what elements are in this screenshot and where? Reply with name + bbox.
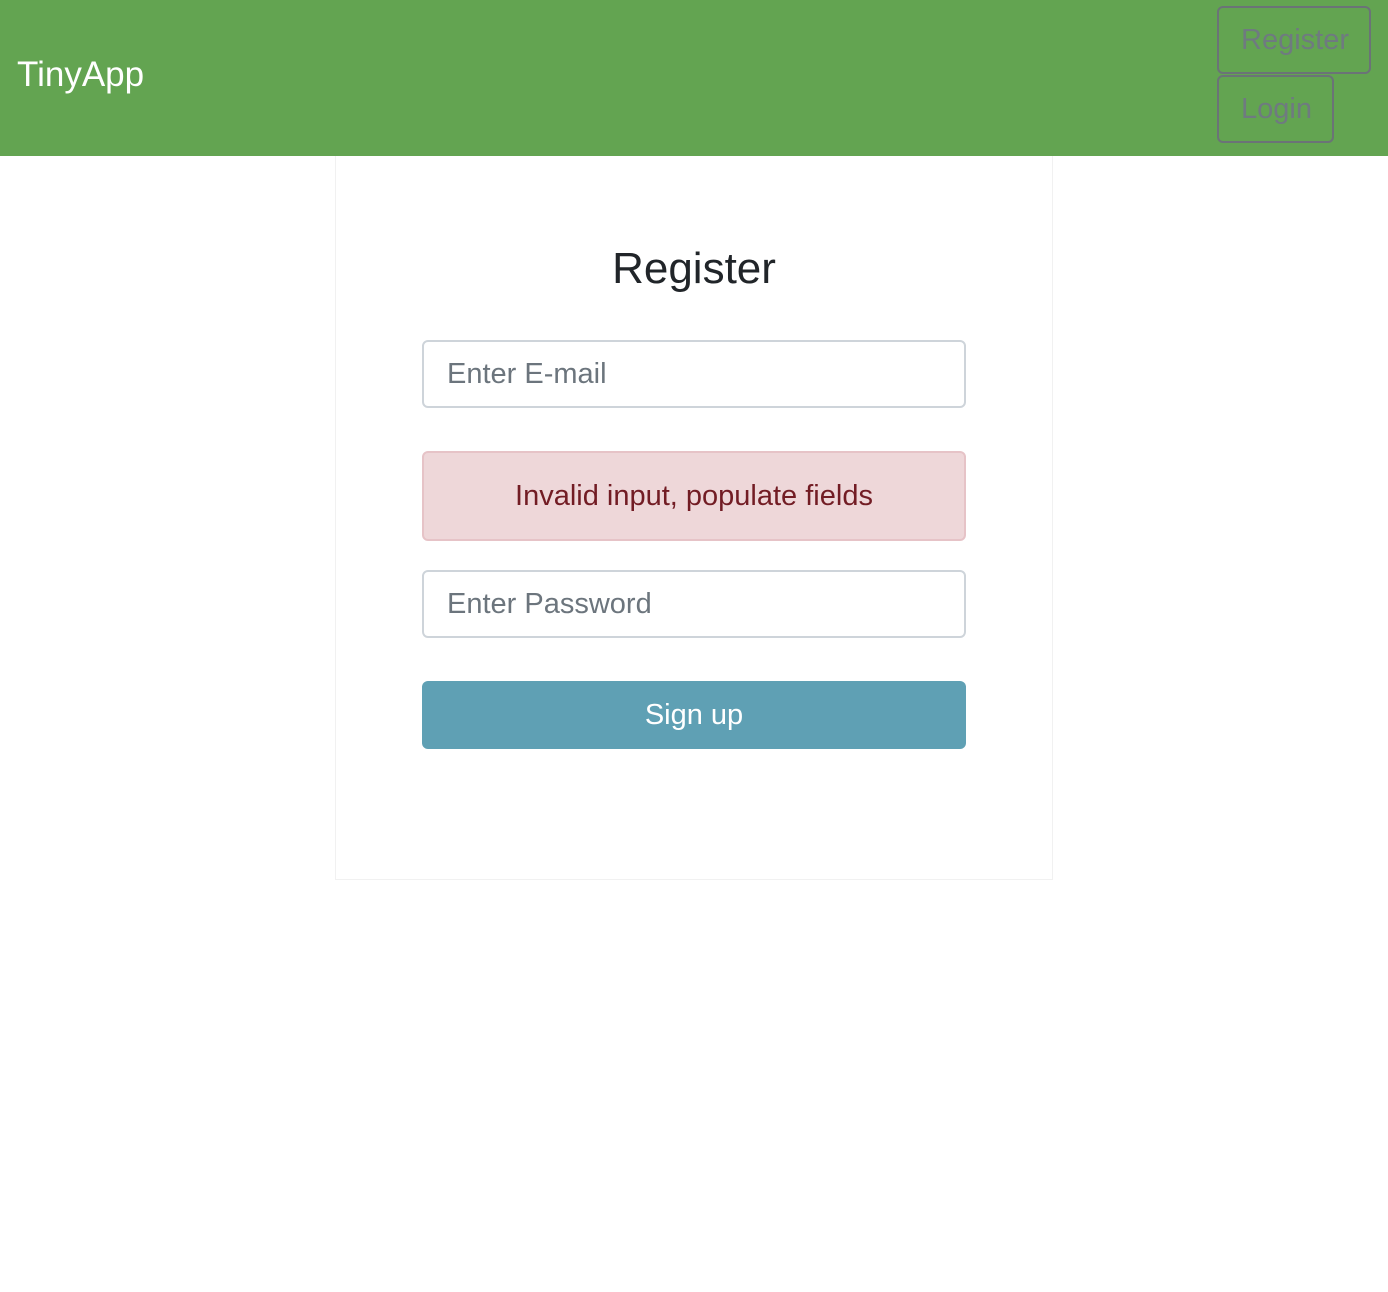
register-nav-button[interactable]: Register [1217,6,1371,74]
login-nav-button[interactable]: Login [1217,75,1334,143]
email-field[interactable] [422,340,966,408]
page-title: Register [612,244,776,293]
password-field[interactable] [422,570,966,638]
error-alert: Invalid input, populate fields [422,451,966,541]
sign-up-button[interactable]: Sign up [422,681,966,749]
top-navbar: TinyApp Register Login [0,0,1388,156]
brand-logo-text[interactable]: TinyApp [17,54,144,96]
